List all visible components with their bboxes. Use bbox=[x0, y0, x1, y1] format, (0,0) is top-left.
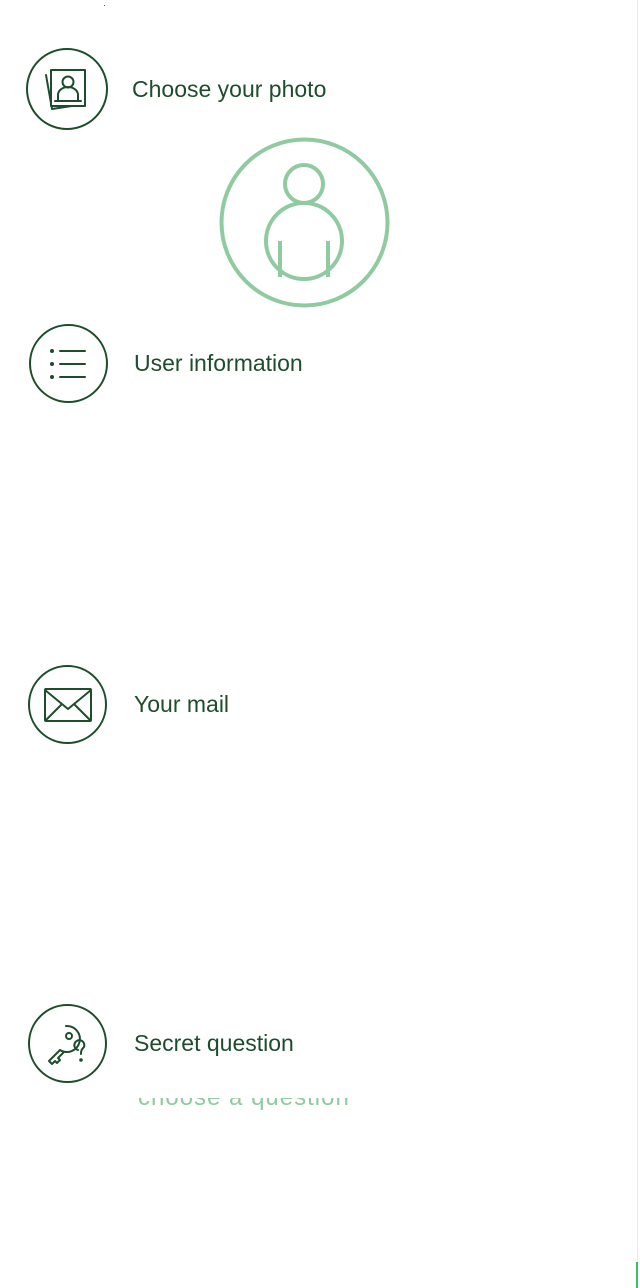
section-secret-question[interactable]: Secret question bbox=[28, 1004, 294, 1083]
key-question-icon bbox=[28, 1004, 107, 1083]
section-user-information[interactable]: User information bbox=[29, 324, 303, 403]
section-label-mail: Your mail bbox=[134, 691, 230, 717]
list-icon bbox=[29, 324, 108, 403]
envelope-icon bbox=[28, 665, 107, 744]
user-avatar-icon bbox=[219, 137, 390, 308]
section-label-secret: Secret question bbox=[134, 1030, 294, 1056]
photo-icon bbox=[26, 48, 108, 130]
section-choose-photo[interactable]: Choose your photo bbox=[26, 48, 326, 130]
secret-question-select-value: choose a question bbox=[138, 1098, 428, 1110]
avatar-picker[interactable] bbox=[219, 137, 390, 308]
section-label-photo: Choose your photo bbox=[132, 75, 327, 102]
right-edge-divider bbox=[637, 0, 638, 1288]
section-your-mail[interactable]: Your mail bbox=[28, 665, 229, 744]
status-dot bbox=[104, 5, 105, 6]
scrollbar-thumb[interactable] bbox=[636, 1262, 638, 1288]
secret-question-select[interactable]: choose a question bbox=[138, 1098, 428, 1110]
section-label-user-info: User information bbox=[134, 350, 303, 376]
